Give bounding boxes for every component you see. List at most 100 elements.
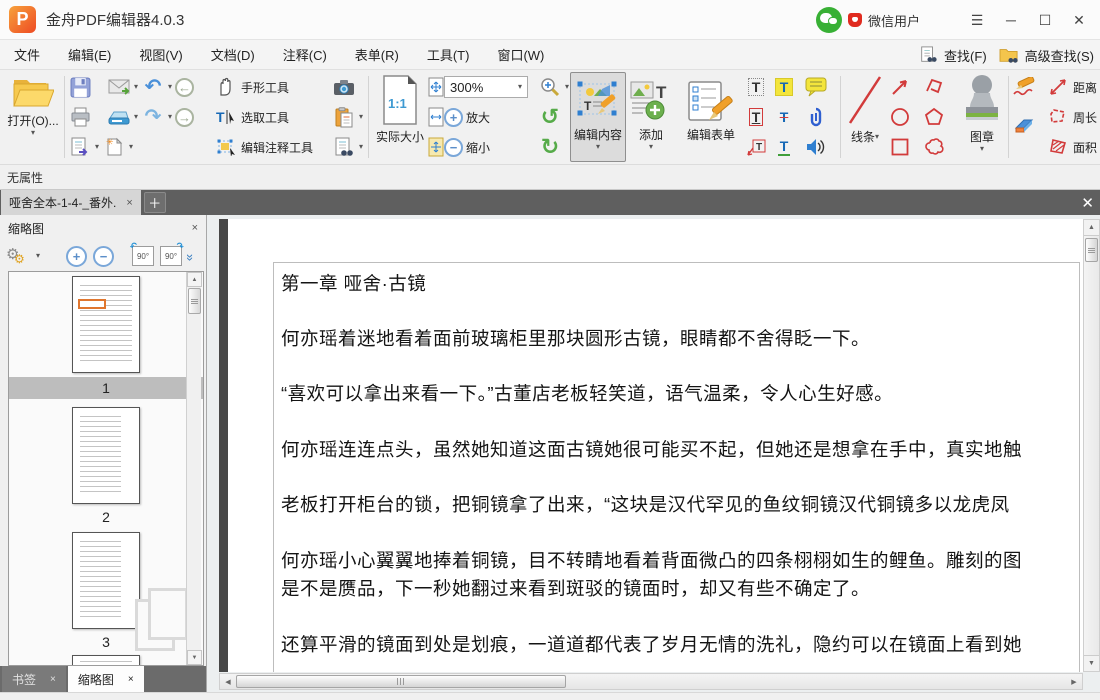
thumbnail-scroll-thumb[interactable] — [188, 288, 201, 314]
window-menu-button[interactable]: ☰ — [960, 0, 994, 40]
menu-window[interactable]: 窗口(W) — [483, 40, 558, 70]
attachment-link-icon[interactable] — [804, 105, 828, 129]
save-icon[interactable] — [68, 75, 92, 99]
thumbnail-zoom-out-icon[interactable]: − — [93, 246, 114, 267]
arrow-tool-icon[interactable] — [888, 75, 912, 99]
email-icon[interactable] — [107, 75, 131, 99]
minimize-button[interactable]: ─ — [994, 0, 1028, 40]
paste-icon[interactable] — [332, 105, 356, 129]
edit-annotation-tool-button[interactable]: 编辑注释工具 — [214, 132, 330, 162]
area-tool-button[interactable]: 面积 — [1046, 132, 1100, 162]
menu-file[interactable]: 文件 — [0, 40, 54, 70]
sidebar-tab-thumbnails[interactable]: 缩略图 × — [68, 666, 144, 692]
select-tool-button[interactable]: T 选取工具 — [214, 102, 330, 132]
text-block-outline[interactable]: 第一章 哑舍·古镜 何亦瑶着迷地看着面前玻璃柜里那块圆形古镜，眼睛都不舍得眨一下… — [273, 262, 1080, 672]
marquee-zoom-icon[interactable] — [538, 75, 562, 99]
typewriter-text-icon[interactable]: T — [744, 75, 768, 99]
redo-icon[interactable]: ↷ — [141, 105, 165, 129]
menu-form[interactable]: 表单(R) — [341, 40, 413, 70]
strikethrough-text-icon[interactable]: T — [772, 105, 796, 129]
rotate-left-90-icon[interactable]: ↶90° — [132, 246, 154, 266]
polyline-tool-icon[interactable] — [922, 75, 946, 99]
menu-view[interactable]: 视图(V) — [125, 40, 196, 70]
sound-icon[interactable] — [804, 135, 828, 159]
thumbnail-zoom-in-icon[interactable]: + — [66, 246, 87, 267]
rectangle-tool-icon[interactable] — [888, 135, 912, 159]
search-document-icon[interactable] — [332, 135, 356, 159]
viewer-horizontal-scroll-thumb[interactable] — [236, 675, 566, 688]
panel-close-icon[interactable]: × — [192, 222, 198, 234]
add-button[interactable]: T 添加 — [626, 72, 676, 162]
previous-view-icon[interactable]: ← — [175, 78, 194, 97]
rotate-left-icon[interactable]: ↺ — [538, 105, 562, 129]
thumbnail-page-4[interactable] — [9, 655, 203, 666]
circle-tool-icon[interactable] — [888, 105, 912, 129]
next-view-icon[interactable]: → — [175, 108, 194, 127]
document-viewer[interactable]: 第一章 哑舍·古镜 何亦瑶着迷地看着面前玻璃柜里那块圆形古镜，眼睛都不舍得眨一下… — [207, 215, 1100, 692]
viewer-scroll-up-icon[interactable]: ▲ — [1084, 220, 1099, 236]
polygon-tool-icon[interactable] — [922, 105, 946, 129]
menu-tools[interactable]: 工具(T) — [413, 40, 484, 70]
advanced-find-button[interactable]: 高级查找(S) — [997, 43, 1094, 67]
close-document-icon[interactable]: ✕ — [1081, 194, 1094, 212]
document-tab[interactable]: 哑舍全本-1-4-_番外. × — [1, 190, 141, 215]
export-document-icon[interactable] — [68, 135, 92, 159]
perimeter-tool-button[interactable]: 周长 — [1046, 102, 1100, 132]
eraser-icon[interactable] — [1012, 113, 1036, 137]
stamp-button[interactable]: 图章 — [958, 72, 1006, 162]
thumbnail-scroll-up-icon[interactable]: ▲ — [187, 272, 202, 287]
wechat-icon[interactable] — [816, 7, 842, 33]
doc-line: 还算平滑的镜面到处是划痕，一道道都代表了岁月无情的洗礼，隐约可以在镜面上看到她 — [281, 633, 1022, 657]
thumbnail-page-1[interactable]: 1 — [9, 276, 203, 399]
sticky-note-icon[interactable] — [804, 75, 828, 99]
edit-form-button[interactable]: 编辑表单 — [680, 72, 742, 162]
maximize-button[interactable]: ☐ — [1028, 0, 1062, 40]
zoom-out-button[interactable]: − 缩小 — [444, 132, 536, 162]
menu-annotation[interactable]: 注释(C) — [269, 40, 341, 70]
zoom-in-button[interactable]: + 放大 — [444, 102, 536, 132]
close-button[interactable]: ✕ — [1062, 0, 1096, 40]
new-document-icon[interactable]: ✳ — [102, 135, 126, 159]
find-button[interactable]: 查找(F) — [916, 43, 987, 67]
document-tab-close-icon[interactable]: × — [126, 197, 132, 209]
scanner-icon[interactable] — [107, 105, 131, 129]
snapshot-camera-icon[interactable] — [332, 75, 356, 99]
undo-icon[interactable]: ↶ — [141, 75, 165, 99]
line-tool-button[interactable]: 线条 — [844, 72, 886, 162]
actual-size-button[interactable]: 1:1 实际大小 — [372, 72, 428, 162]
print-icon[interactable] — [68, 105, 92, 129]
sidebar-tab-bookmarks[interactable]: 书签 × — [2, 666, 66, 692]
pencil-annotation-icon[interactable] — [1012, 75, 1036, 99]
new-tab-button[interactable]: ＋ — [144, 192, 166, 213]
thumbnail-scrollbar[interactable]: ▲ ▼ — [186, 272, 201, 665]
cloud-tool-icon[interactable] — [922, 135, 946, 159]
collapse-chevron-icon[interactable]: » — [183, 253, 198, 258]
pdf-page[interactable]: 第一章 哑舍·古镜 何亦瑶着迷地看着面前玻璃柜里那块圆形古镜，眼睛都不舍得眨一下… — [228, 219, 1083, 672]
menu-document[interactable]: 文档(D) — [197, 40, 269, 70]
zoom-level-select[interactable]: 300% — [444, 76, 528, 98]
hand-tool-button[interactable]: 手形工具 — [214, 72, 330, 102]
rotate-right-icon[interactable]: ↻ — [538, 135, 562, 159]
open-button[interactable]: 打开(O)... — [4, 72, 62, 162]
thumbnail-scroll-down-icon[interactable]: ▼ — [187, 650, 202, 665]
thumbnails-tab-close-icon[interactable]: × — [128, 674, 134, 685]
distance-tool-button[interactable]: 距离 — [1046, 72, 1100, 102]
text-field-icon[interactable]: T — [744, 105, 768, 129]
wechat-user-label[interactable]: 微信用户 — [868, 11, 920, 30]
open-folder-icon — [11, 72, 55, 112]
viewer-scroll-left-icon[interactable]: ◀ — [220, 674, 236, 689]
rotate-right-90-icon[interactable]: ↶90° — [160, 246, 182, 266]
edit-content-button[interactable]: T 编辑内容 — [570, 72, 626, 162]
viewer-scroll-right-icon[interactable]: ▶ — [1066, 674, 1082, 689]
thumbnail-page-2[interactable]: 2 — [9, 407, 203, 528]
thumbnail-options-icon[interactable]: ⚙⚙ — [6, 245, 30, 267]
viewer-horizontal-scrollbar[interactable]: ◀ ▶ — [219, 673, 1083, 690]
viewer-scroll-down-icon[interactable]: ▼ — [1084, 655, 1099, 671]
underline-text-icon[interactable]: T — [772, 135, 796, 159]
bookmarks-tab-close-icon[interactable]: × — [50, 674, 56, 685]
viewer-vertical-scroll-thumb[interactable] — [1085, 238, 1098, 262]
callout-text-icon[interactable]: T — [744, 135, 768, 159]
viewer-vertical-scrollbar[interactable]: ▲ ▼ — [1083, 219, 1100, 672]
menu-edit[interactable]: 编辑(E) — [54, 40, 125, 70]
highlight-text-icon[interactable]: T — [772, 75, 796, 99]
